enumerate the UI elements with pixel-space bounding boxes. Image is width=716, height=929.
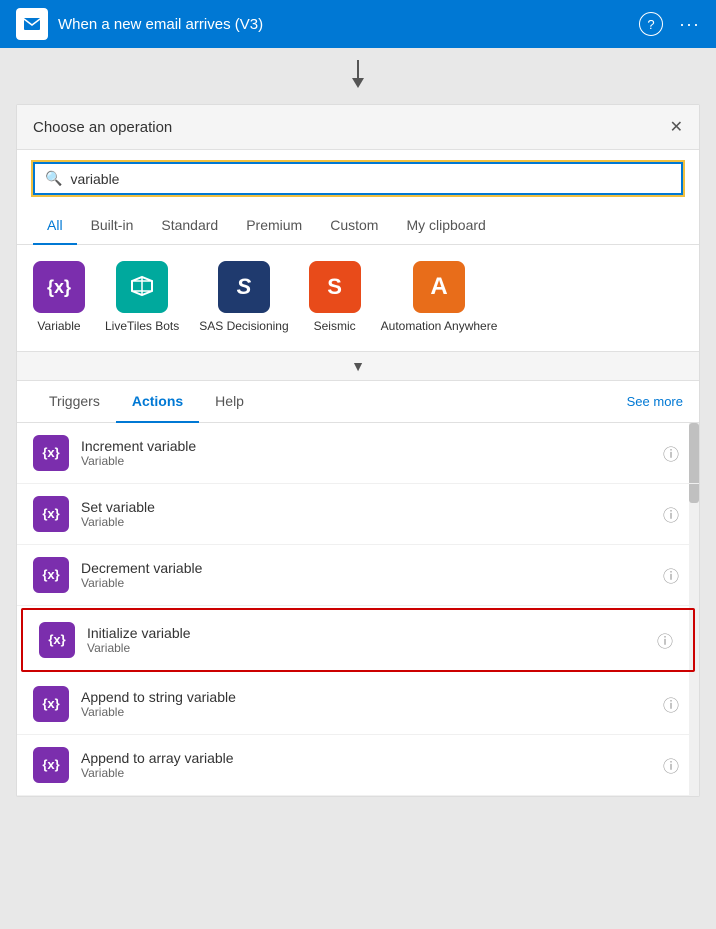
variable-action-symbol: {x} (48, 632, 65, 647)
automation-anywhere-symbol: A (430, 273, 447, 301)
list-item[interactable]: {x} Append to array variable Variable ⓘ (17, 735, 699, 796)
connector-sas[interactable]: S SAS Decisioning (199, 261, 288, 335)
increment-variable-title: Increment variable (81, 438, 659, 454)
decrement-variable-icon: {x} (33, 557, 69, 593)
info-icon[interactable]: ⓘ (663, 692, 679, 716)
bottom-panel: Triggers Actions Help See more {x} Incre… (17, 380, 699, 796)
variable-action-symbol: {x} (42, 445, 59, 460)
chevron-down-icon: ▼ (351, 358, 365, 374)
livetiles-icon-box (116, 261, 168, 313)
list-item[interactable]: {x} Append to string variable Variable ⓘ (17, 674, 699, 735)
tab-all[interactable]: All (33, 207, 77, 245)
set-variable-text: Set variable Variable (81, 499, 659, 529)
expand-chevron-row[interactable]: ▼ (17, 352, 699, 380)
initialize-variable-icon: {x} (39, 622, 75, 658)
set-variable-subtitle: Variable (81, 515, 659, 529)
variable-action-symbol: {x} (42, 757, 59, 772)
append-array-variable-icon: {x} (33, 747, 69, 783)
choose-operation-panel: Choose an operation ✕ 🔍 All Built-in Sta… (16, 104, 700, 797)
top-bar-right: ? ··· (639, 12, 700, 36)
set-variable-icon: {x} (33, 496, 69, 532)
search-input[interactable] (70, 171, 671, 187)
initialize-variable-text: Initialize variable Variable (87, 625, 653, 655)
tab-custom[interactable]: Custom (316, 207, 392, 245)
top-bar-title: When a new email arrives (V3) (58, 16, 263, 33)
sas-icon-symbol: S (237, 274, 252, 300)
seismic-icon-symbol: S (327, 274, 342, 300)
seismic-icon-box: S (309, 261, 361, 313)
connector-automation-anywhere[interactable]: A Automation Anywhere (381, 261, 498, 335)
info-icon[interactable]: ⓘ (663, 563, 679, 587)
tab-builtin[interactable]: Built-in (77, 207, 148, 245)
tabs-section: All Built-in Standard Premium Custom My … (17, 207, 699, 245)
decrement-variable-title: Decrement variable (81, 560, 659, 576)
variable-action-symbol: {x} (42, 567, 59, 582)
tab-standard[interactable]: Standard (147, 207, 232, 245)
seismic-label: Seismic (314, 319, 356, 335)
help-icon[interactable]: ? (639, 12, 663, 36)
info-icon[interactable]: ⓘ (657, 628, 673, 652)
list-item-highlighted[interactable]: {x} Initialize variable Variable ⓘ (21, 608, 695, 672)
choose-header: Choose an operation ✕ (17, 105, 699, 150)
list-item[interactable]: {x} Increment variable Variable ⓘ (17, 423, 699, 484)
info-icon[interactable]: ⓘ (663, 502, 679, 526)
tab-premium[interactable]: Premium (232, 207, 316, 245)
variable-action-symbol: {x} (42, 506, 59, 521)
livetiles-icon (128, 273, 156, 301)
see-more-link[interactable]: See more (627, 394, 683, 409)
append-array-variable-text: Append to array variable Variable (81, 750, 659, 780)
connector-seismic[interactable]: S Seismic (309, 261, 361, 335)
variable-action-symbol: {x} (42, 696, 59, 711)
variable-icon-box: {x} (33, 261, 85, 313)
info-icon[interactable]: ⓘ (663, 441, 679, 465)
icons-grid-section: {x} Variable LiveTiles Bots S (17, 245, 699, 352)
bottom-tab-triggers[interactable]: Triggers (33, 381, 116, 423)
sas-icon-box: S (218, 261, 270, 313)
livetiles-label: LiveTiles Bots (105, 319, 179, 335)
automation-anywhere-icon-box: A (413, 261, 465, 313)
top-bar-left: When a new email arrives (V3) (16, 8, 263, 40)
bottom-tab-actions[interactable]: Actions (116, 381, 199, 423)
bottom-tab-help[interactable]: Help (199, 381, 260, 423)
list-item[interactable]: {x} Decrement variable Variable ⓘ (17, 545, 699, 606)
search-box-container: 🔍 (33, 162, 683, 195)
search-section: 🔍 (17, 150, 699, 207)
automation-anywhere-label: Automation Anywhere (381, 319, 498, 335)
variable-label: Variable (37, 319, 80, 335)
set-variable-title: Set variable (81, 499, 659, 515)
append-string-variable-subtitle: Variable (81, 705, 659, 719)
append-string-variable-title: Append to string variable (81, 689, 659, 705)
decrement-variable-text: Decrement variable Variable (81, 560, 659, 590)
connector-variable[interactable]: {x} Variable (33, 261, 85, 335)
list-item[interactable]: {x} Set variable Variable ⓘ (17, 484, 699, 545)
decrement-variable-subtitle: Variable (81, 576, 659, 590)
increment-variable-subtitle: Variable (81, 454, 659, 468)
top-bar: When a new email arrives (V3) ? ··· (0, 0, 716, 48)
icons-grid: {x} Variable LiveTiles Bots S (33, 261, 683, 335)
append-string-variable-icon: {x} (33, 686, 69, 722)
increment-variable-text: Increment variable Variable (81, 438, 659, 468)
bottom-tabs-left: Triggers Actions Help (33, 381, 260, 422)
close-button[interactable]: ✕ (670, 117, 683, 137)
initialize-variable-title: Initialize variable (87, 625, 653, 641)
arrow-connector (0, 48, 716, 104)
sas-label: SAS Decisioning (199, 319, 288, 335)
list-container: {x} Increment variable Variable ⓘ {x} Se… (17, 423, 699, 796)
search-icon: 🔍 (45, 170, 62, 187)
tab-myclipboard[interactable]: My clipboard (392, 207, 499, 245)
variable-icon-symbol: {x} (47, 277, 71, 298)
info-icon[interactable]: ⓘ (663, 753, 679, 777)
email-trigger-icon (16, 8, 48, 40)
bottom-tabs: Triggers Actions Help See more (17, 381, 699, 423)
more-options-icon[interactable]: ··· (679, 14, 700, 35)
append-array-variable-subtitle: Variable (81, 766, 659, 780)
choose-header-title: Choose an operation (33, 119, 172, 136)
append-string-variable-text: Append to string variable Variable (81, 689, 659, 719)
initialize-variable-subtitle: Variable (87, 641, 653, 655)
connector-livetiles[interactable]: LiveTiles Bots (105, 261, 179, 335)
increment-variable-icon: {x} (33, 435, 69, 471)
append-array-variable-title: Append to array variable (81, 750, 659, 766)
